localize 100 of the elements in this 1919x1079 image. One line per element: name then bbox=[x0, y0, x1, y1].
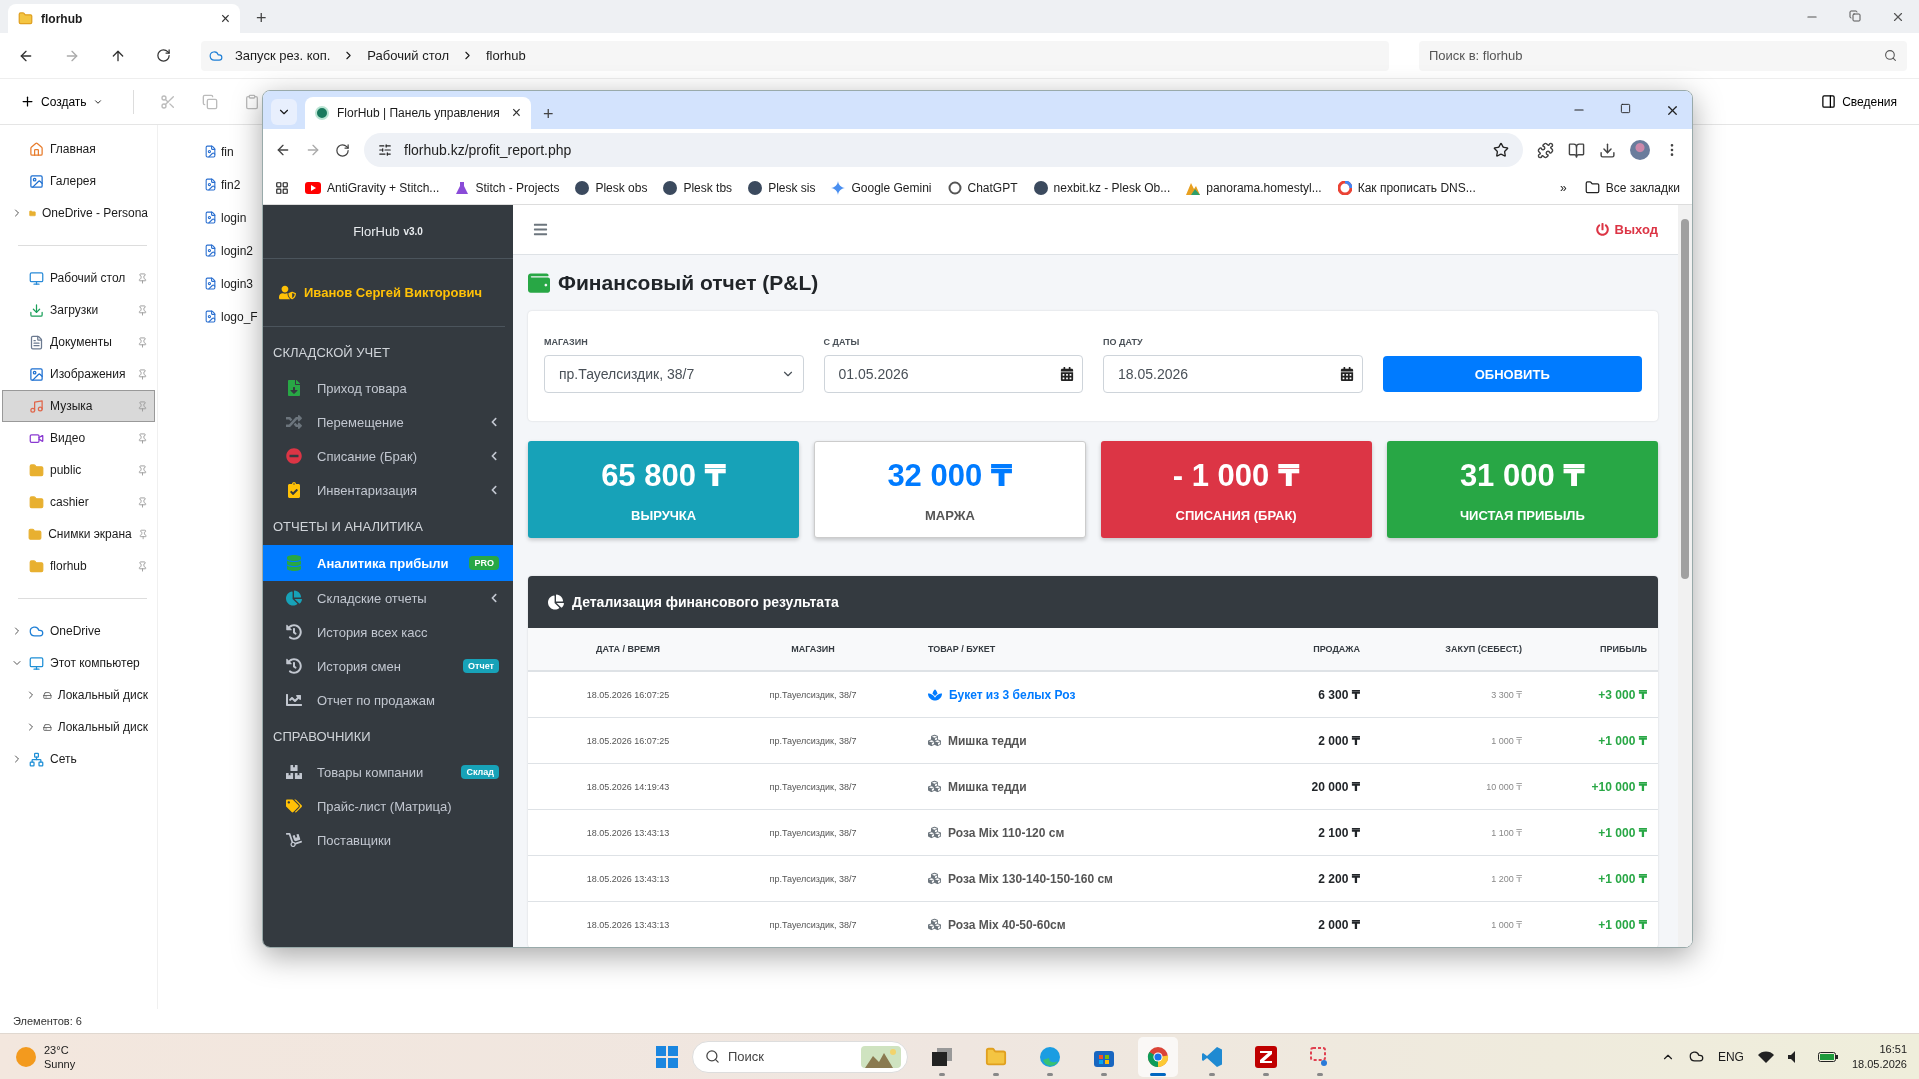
table-cell-text: +1 000 ₸ bbox=[1597, 871, 1647, 886]
nav-item[interactable]: Документы bbox=[2, 326, 155, 358]
more-bookmarks-button[interactable]: » bbox=[1560, 180, 1567, 195]
extensions-icon[interactable] bbox=[1537, 141, 1554, 159]
file-item[interactable]: login2 bbox=[204, 234, 254, 267]
address-bar[interactable]: Запуск рез. коп. Рабочий стол florhub bbox=[201, 40, 1389, 71]
nav-item[interactable]: Рабочий стол bbox=[2, 262, 155, 294]
menu-item[interactable]: Аналитика прибыли PRO bbox=[263, 545, 513, 581]
browser-icon[interactable] bbox=[1039, 1045, 1061, 1068]
profile-avatar[interactable] bbox=[1630, 140, 1650, 160]
menu-item[interactable]: Прайс-лист (Матрица) bbox=[263, 789, 513, 823]
bookmark[interactable]: Plesk sis bbox=[748, 180, 816, 195]
bookmark[interactable]: AntiGravity + Stitch... bbox=[305, 180, 440, 195]
date-field[interactable]: 18.05.2026 bbox=[1103, 355, 1363, 393]
reload-icon[interactable] bbox=[335, 142, 350, 158]
chrome-icon[interactable] bbox=[1147, 1045, 1169, 1068]
card-title: Детализация финансового результата bbox=[572, 594, 839, 610]
nav-item[interactable]: Локальный диск bbox=[2, 711, 155, 743]
wifi-icon[interactable] bbox=[1757, 1050, 1774, 1063]
refresh-button[interactable]: ОБНОВИТЬ bbox=[1382, 356, 1642, 392]
nav-item[interactable]: florhub bbox=[2, 550, 155, 582]
menu-item[interactable]: Инвентаризация bbox=[263, 473, 513, 507]
menu-item[interactable]: Приход товара bbox=[263, 371, 513, 405]
close-tab-button[interactable]: × bbox=[220, 10, 230, 27]
bookmark[interactable]: Как прописать DNS... bbox=[1337, 180, 1476, 195]
explorer-tab[interactable]: florhub × bbox=[8, 4, 240, 33]
menu-item[interactable]: Отчет по продажам bbox=[263, 683, 513, 717]
code-editor-icon[interactable] bbox=[1201, 1045, 1223, 1068]
tab-search-button[interactable] bbox=[271, 99, 297, 125]
nav-item[interactable]: OneDrive - Persona bbox=[2, 197, 155, 229]
details-button[interactable]: Сведения bbox=[1815, 93, 1903, 110]
address-bar[interactable]: florhub.kz/profit_report.php bbox=[364, 133, 1523, 167]
breadcrumb[interactable]: Запуск рез. коп. bbox=[235, 48, 331, 63]
nav-item[interactable]: Изображения bbox=[2, 358, 155, 390]
menu-item[interactable]: Товары компании Склад bbox=[263, 755, 513, 789]
create-button[interactable]: Создать bbox=[16, 90, 107, 113]
close-tab-button[interactable]: × bbox=[511, 105, 521, 121]
store-select[interactable]: пр.Тауелсиздик, 38/7 bbox=[544, 355, 804, 393]
reading-mode-icon[interactable] bbox=[1568, 141, 1585, 159]
menu-item[interactable]: Поставщики bbox=[263, 823, 513, 857]
brand-name: FlorHub bbox=[353, 224, 400, 239]
menu-icon[interactable] bbox=[533, 222, 548, 237]
ftp-icon[interactable] bbox=[1255, 1045, 1277, 1068]
nav-item[interactable]: Этот компьютер bbox=[2, 647, 155, 679]
nav-item[interactable]: OneDrive bbox=[2, 615, 155, 647]
user-name[interactable]: Иванов Сергей Викторович bbox=[304, 285, 483, 300]
bookmark[interactable]: Plesk obs bbox=[575, 180, 648, 195]
taskbar-search[interactable]: Поиск bbox=[692, 1040, 908, 1073]
clock[interactable]: 16:51 18.05.2026 bbox=[1851, 1041, 1907, 1072]
date-field[interactable]: 01.05.2026 bbox=[823, 355, 1083, 393]
table-cell-text: пр.Тауелсиздик, 38/7 bbox=[768, 735, 858, 746]
menu-item[interactable]: Списание (Брак) bbox=[263, 439, 513, 473]
language-indicator[interactable]: ENG bbox=[1717, 1049, 1744, 1064]
file-item[interactable]: logo_F bbox=[204, 300, 258, 333]
bookmark[interactable]: ChatGPT bbox=[947, 180, 1018, 195]
browser-tab[interactable]: FlorHub | Панель управления × bbox=[305, 97, 531, 129]
bookmark[interactable]: nexbit.kz - Plesk Ob... bbox=[1033, 180, 1171, 195]
nav-item[interactable]: Галерея bbox=[2, 165, 155, 197]
line-chart-icon bbox=[286, 692, 302, 708]
table-cell-text: 18.05.2026 13:43:13 bbox=[585, 873, 671, 884]
windows-start-icon[interactable] bbox=[656, 1045, 678, 1068]
bookmark[interactable]: panorama.homestyl... bbox=[1186, 180, 1322, 195]
refresh-icon[interactable] bbox=[156, 47, 171, 63]
menu-item[interactable]: Перемещение bbox=[263, 405, 513, 439]
nav-item[interactable]: Главная bbox=[2, 133, 155, 165]
apps-icon[interactable] bbox=[275, 180, 289, 195]
search-field[interactable]: Поиск в: florhub bbox=[1419, 40, 1907, 71]
nav-item[interactable]: Снимки экрана bbox=[2, 518, 155, 550]
back-icon[interactable] bbox=[275, 142, 291, 158]
menu-item[interactable]: История всех касс bbox=[263, 615, 513, 649]
bookmark[interactable]: Stitch - Projects bbox=[455, 180, 560, 195]
new-tab-button[interactable]: + bbox=[256, 9, 267, 27]
restore-icon[interactable] bbox=[1849, 9, 1861, 22]
all-bookmarks-button[interactable]: Все закладки bbox=[1584, 180, 1680, 195]
bookmark[interactable]: Google Gemini bbox=[831, 180, 932, 195]
new-tab-button[interactable]: + bbox=[543, 105, 554, 123]
menu-item[interactable]: История смен Отчет bbox=[263, 649, 513, 683]
breadcrumb[interactable]: Рабочий стол bbox=[367, 48, 449, 63]
file-item[interactable]: fin bbox=[204, 135, 234, 168]
windows-stack-icon[interactable] bbox=[932, 1047, 952, 1066]
file-item[interactable]: login bbox=[204, 201, 247, 234]
battery-icon[interactable] bbox=[1817, 1050, 1838, 1063]
bookmark[interactable]: Plesk tbs bbox=[663, 180, 733, 195]
download-icon[interactable] bbox=[1599, 141, 1616, 159]
maximize-icon[interactable] bbox=[1620, 102, 1631, 114]
nav-item[interactable]: Сеть bbox=[2, 743, 155, 775]
nav-item[interactable]: Загрузки bbox=[2, 294, 155, 326]
file-item[interactable]: login3 bbox=[204, 267, 254, 300]
nav-item[interactable]: Музыка bbox=[2, 390, 155, 422]
file-item[interactable]: fin2 bbox=[204, 168, 241, 201]
nav-item[interactable]: Локальный диск bbox=[2, 679, 155, 711]
nav-item[interactable]: Видео bbox=[2, 422, 155, 454]
nav-item[interactable]: cashier bbox=[2, 486, 155, 518]
menu-item[interactable]: Складские отчеты bbox=[263, 581, 513, 615]
bookmark-star-icon[interactable] bbox=[1493, 142, 1509, 158]
scrollbar-thumb[interactable] bbox=[1681, 219, 1689, 579]
breadcrumb[interactable]: florhub bbox=[485, 48, 526, 63]
logout-link[interactable]: Выход bbox=[1595, 222, 1658, 237]
nav-item[interactable]: public bbox=[2, 454, 155, 486]
history-icon bbox=[286, 624, 302, 640]
